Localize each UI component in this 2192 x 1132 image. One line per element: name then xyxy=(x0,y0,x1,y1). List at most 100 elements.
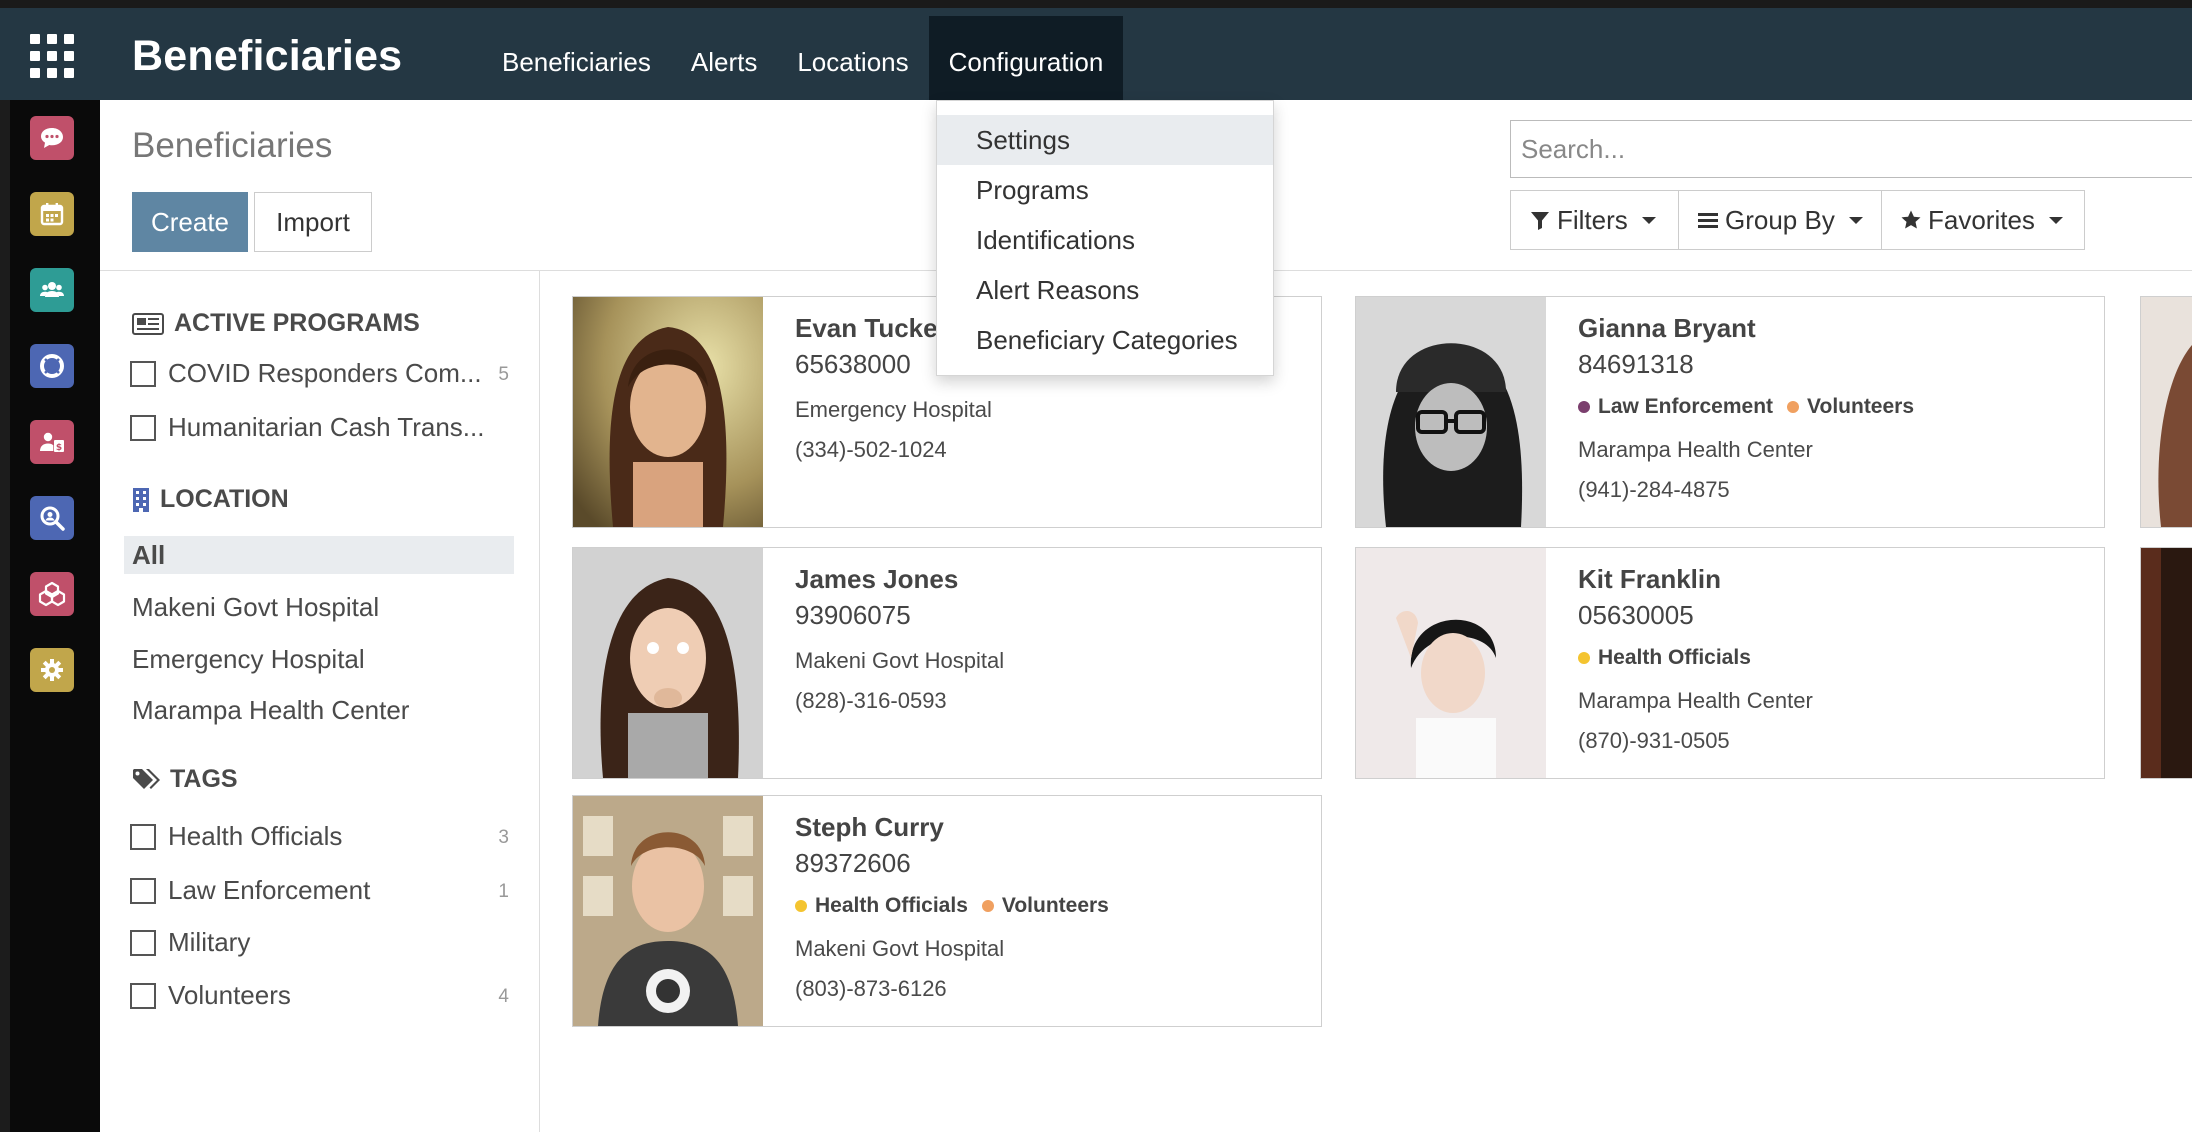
create-button[interactable]: Create xyxy=(132,192,248,252)
tag-filter-law-enforcement[interactable]: Law Enforcement xyxy=(130,875,370,906)
newspaper-icon xyxy=(132,312,164,335)
beneficiary-card-partial[interactable] xyxy=(2140,296,2192,528)
settings-icon[interactable] xyxy=(30,648,74,692)
chevron-down-icon xyxy=(1848,216,1863,224)
checkbox[interactable] xyxy=(130,982,156,1009)
menu-alerts[interactable]: Alerts xyxy=(671,16,777,108)
calendar-icon[interactable] xyxy=(30,192,74,236)
beneficiary-id: 93906075 xyxy=(795,600,911,630)
menu-beneficiaries[interactable]: Beneficiaries xyxy=(482,16,671,108)
beneficiary-name: Gianna Bryant xyxy=(1578,313,1756,343)
checkbox[interactable] xyxy=(130,414,156,441)
svg-text:$: $ xyxy=(56,443,62,453)
group-by-label: Group By xyxy=(1725,204,1835,235)
beneficiary-card[interactable]: Gianna Bryant 84691318 Law Enforcement V… xyxy=(1355,296,2105,528)
beneficiary-id: 84691318 xyxy=(1578,349,1694,379)
contacts-icon[interactable] xyxy=(30,268,74,312)
search-panel: ACTIVE PROGRAMS COVID Responders Com... … xyxy=(100,271,540,1132)
beneficiary-id: 65638000 xyxy=(795,349,911,379)
beneficiary-name: Kit Franklin xyxy=(1578,564,1722,594)
filters-button[interactable]: Filters xyxy=(1510,190,1679,250)
beneficiary-id: 05630005 xyxy=(1578,600,1694,630)
beneficiary-card[interactable]: Steph Curry 89372606 Health Officials Vo… xyxy=(572,795,1322,1027)
tag-color-dot xyxy=(1578,652,1590,664)
beneficiary-card[interactable]: Kit Franklin 05630005 Health Officials M… xyxy=(1355,547,2105,779)
tag-badge: Law Enforcement xyxy=(1578,395,1773,419)
program-filter-covid[interactable]: COVID Responders Com... xyxy=(130,358,482,389)
helpdesk-icon[interactable] xyxy=(30,344,74,388)
checkbox[interactable] xyxy=(130,823,156,850)
program-count: 5 xyxy=(498,364,509,385)
beneficiary-phone: (828)-316-0593 xyxy=(795,688,947,713)
beneficiary-location: Marampa Health Center xyxy=(1578,437,1813,462)
favorites-label: Favorites xyxy=(1928,204,2035,235)
beneficiary-location: Makeni Govt Hospital xyxy=(795,936,1005,961)
location-filter-makeni[interactable]: Makeni Govt Hospital xyxy=(124,588,514,626)
tag-badge: Volunteers xyxy=(981,894,1109,918)
discuss-icon[interactable] xyxy=(30,116,74,160)
chevron-down-icon xyxy=(1641,216,1656,224)
beneficiary-phone: (870)-931-0505 xyxy=(1578,728,1730,753)
beneficiary-photo xyxy=(573,297,763,527)
tag-filter-volunteers[interactable]: Volunteers xyxy=(130,980,291,1011)
list-icon xyxy=(1698,213,1718,228)
star-icon xyxy=(1901,210,1921,229)
app-brand[interactable]: Beneficiaries xyxy=(132,32,402,81)
beneficiary-photo xyxy=(2141,548,2192,778)
sidebar-edge xyxy=(0,100,10,1132)
checkbox[interactable] xyxy=(130,877,156,904)
app-sidebar: $ xyxy=(0,100,100,1132)
beneficiary-name: Steph Curry xyxy=(795,812,944,842)
top-menu: Beneficiaries Alerts Locations Configura… xyxy=(482,16,1124,108)
tag-filter-health-officials[interactable]: Health Officials xyxy=(130,821,342,852)
location-filter-emergency[interactable]: Emergency Hospital xyxy=(124,640,514,678)
beneficiary-phone: (334)-502-1024 xyxy=(795,437,947,462)
beneficiary-photo xyxy=(1356,297,1546,527)
location-filter-all[interactable]: All xyxy=(124,536,514,574)
tags-icon xyxy=(133,768,160,789)
filter-icon xyxy=(1531,212,1549,230)
tag-count: 1 xyxy=(498,881,509,902)
tag-filter-military[interactable]: Military xyxy=(130,927,250,958)
beneficiary-name: Evan Tucker xyxy=(795,313,948,343)
checkbox[interactable] xyxy=(130,360,156,387)
menu-configuration[interactable]: Configuration xyxy=(928,16,1124,108)
program-filter-humanitarian[interactable]: Humanitarian Cash Trans... xyxy=(130,412,484,443)
beneficiary-photo xyxy=(573,548,763,778)
group-by-button[interactable]: Group By xyxy=(1678,190,1882,250)
search-app-icon[interactable] xyxy=(30,496,74,540)
tag-color-dot xyxy=(1787,401,1800,413)
page-title: Beneficiaries xyxy=(132,126,333,165)
config-menu-programs[interactable]: Programs xyxy=(937,165,1273,215)
config-menu-settings[interactable]: Settings xyxy=(937,115,1273,165)
checkbox[interactable] xyxy=(130,929,156,956)
tag-count: 3 xyxy=(498,827,509,848)
tag-color-dot xyxy=(981,900,994,912)
import-button[interactable]: Import xyxy=(254,192,372,252)
beneficiary-photo xyxy=(573,796,763,1026)
payroll-icon[interactable]: $ xyxy=(30,420,74,464)
menu-locations[interactable]: Locations xyxy=(777,16,928,108)
beneficiary-location: Marampa Health Center xyxy=(1578,688,1813,713)
filters-label: Filters xyxy=(1557,204,1628,235)
beneficiary-card-partial[interactable] xyxy=(2140,547,2192,779)
search-input[interactable] xyxy=(1510,120,2192,178)
apps-menu-icon[interactable] xyxy=(30,34,74,78)
inventory-icon[interactable] xyxy=(30,572,74,616)
beneficiary-card[interactable]: James Jones 93906075 Makeni Govt Hospita… xyxy=(572,547,1322,779)
configuration-dropdown: Settings Programs Identifications Alert … xyxy=(936,100,1274,376)
tag-count: 4 xyxy=(498,986,509,1007)
tags-heading: TAGS xyxy=(132,765,238,794)
chevron-down-icon xyxy=(2048,216,2063,224)
config-menu-beneficiary-categories[interactable]: Beneficiary Categories xyxy=(937,315,1273,365)
config-menu-alert-reasons[interactable]: Alert Reasons xyxy=(937,265,1273,315)
beneficiary-location: Makeni Govt Hospital xyxy=(795,648,1005,673)
config-menu-identifications[interactable]: Identifications xyxy=(937,215,1273,265)
tag-color-dot xyxy=(795,900,807,912)
tag-badge: Health Officials xyxy=(1578,646,1751,670)
tag-badge: Volunteers xyxy=(1787,395,1914,419)
beneficiary-phone: (941)-284-4875 xyxy=(1578,477,1730,502)
favorites-button[interactable]: Favorites xyxy=(1881,190,2085,250)
location-filter-marampa[interactable]: Marampa Health Center xyxy=(124,691,514,729)
building-icon xyxy=(133,487,149,512)
